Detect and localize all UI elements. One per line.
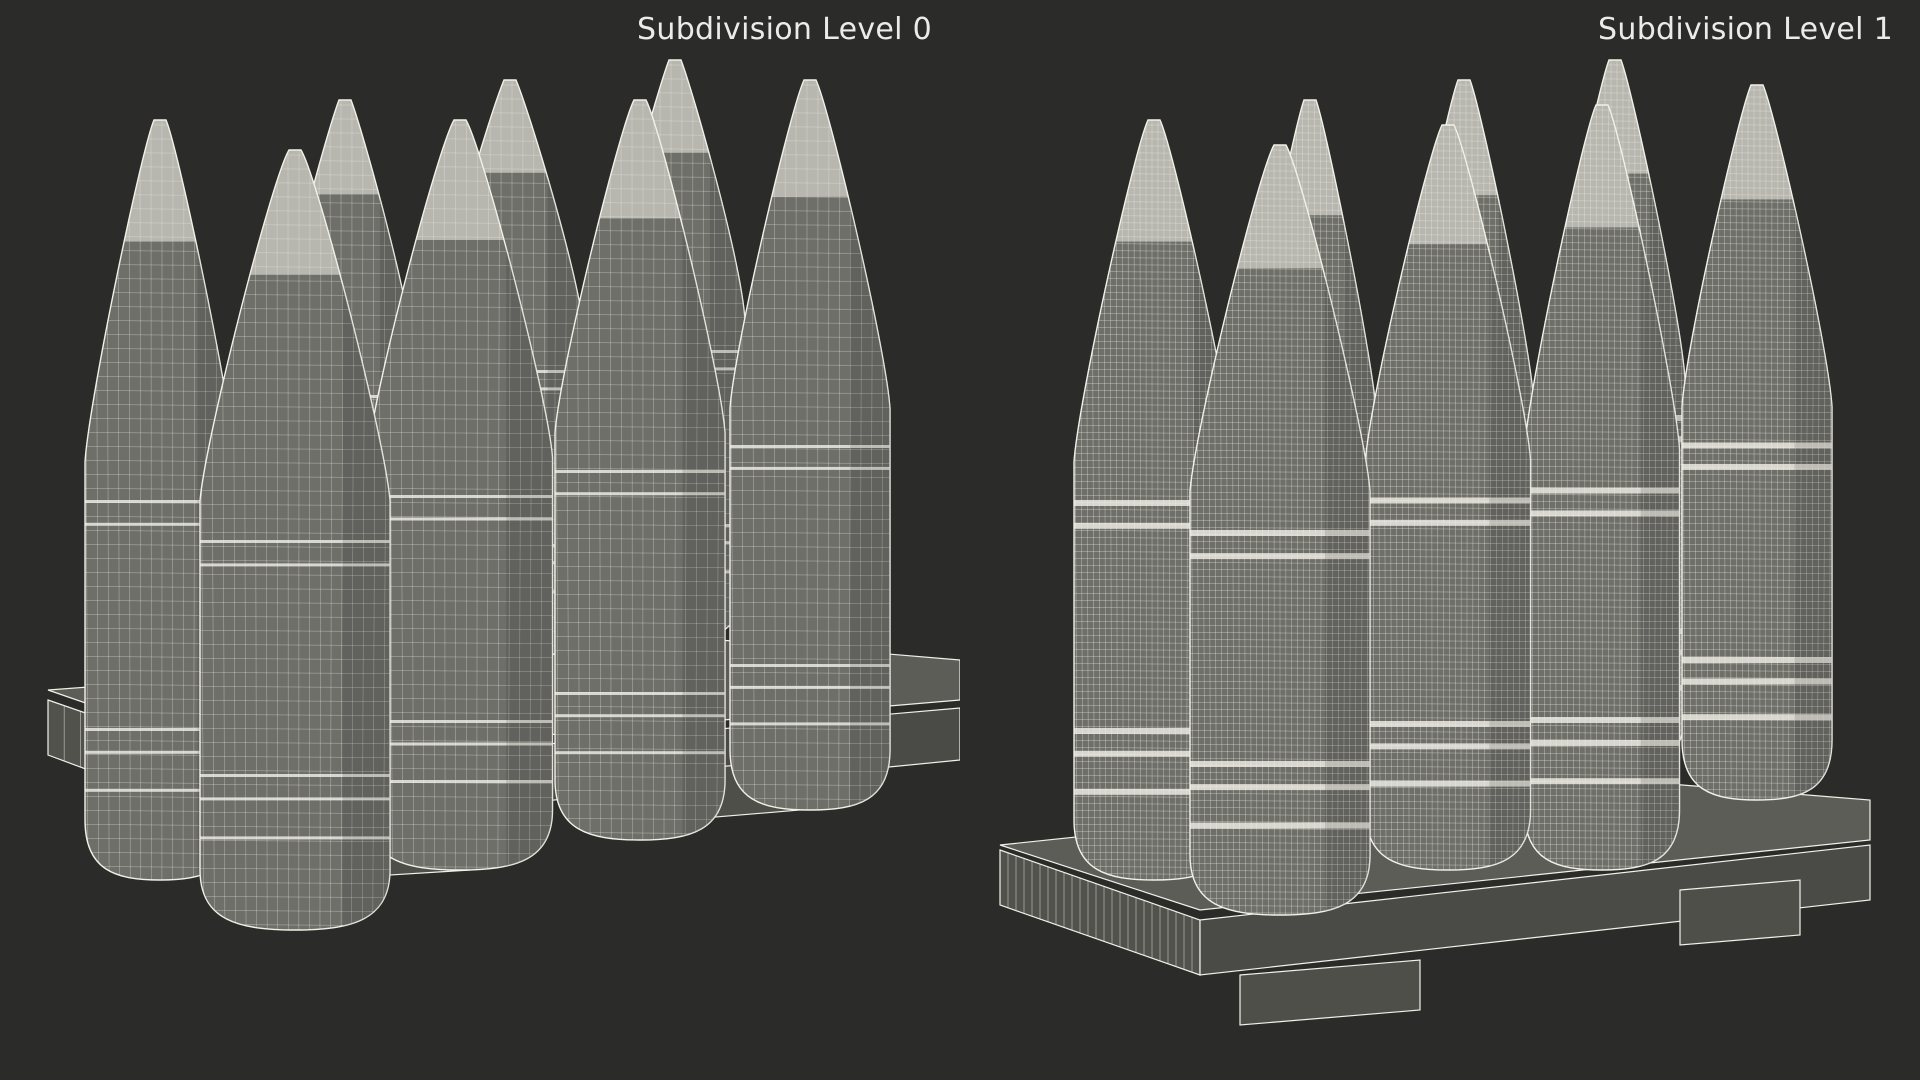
render-subdivision-1 bbox=[999, 59, 1871, 1026]
subdivision-level-0-label: Subdivision Level 0 bbox=[637, 12, 932, 47]
viewport-subdivision-0: Subdivision Level 0 bbox=[0, 0, 960, 1080]
subdivision-level-1-label: Subdivision Level 1 bbox=[1598, 12, 1893, 47]
viewport-subdivision-1: Subdivision Level 1 bbox=[960, 0, 1920, 1080]
render-subdivision-0 bbox=[47, 59, 960, 931]
